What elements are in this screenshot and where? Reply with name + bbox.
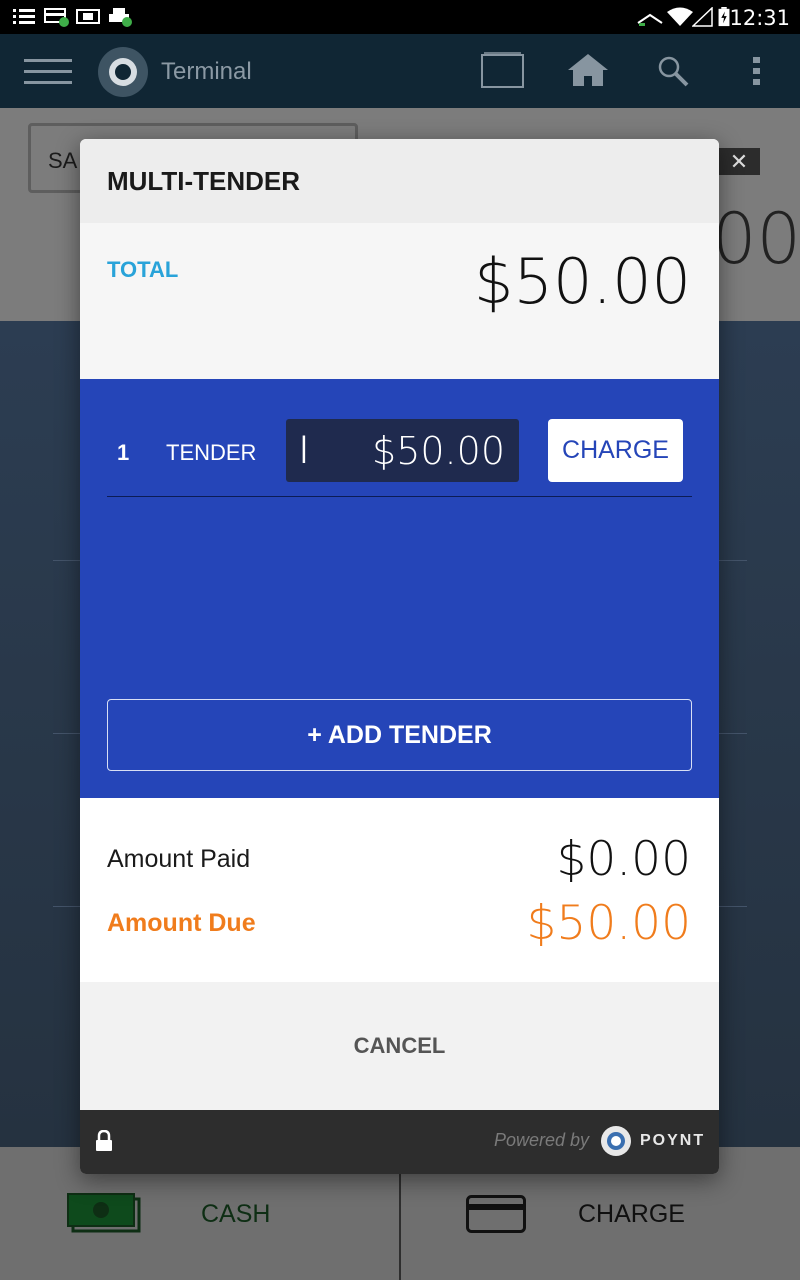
dialog-title: MULTI-TENDER xyxy=(107,166,301,196)
window-icon[interactable] xyxy=(481,51,524,88)
cancel-button[interactable]: CANCEL xyxy=(80,982,719,1110)
tender-charge-button[interactable]: CHARGE xyxy=(548,419,683,482)
cancel-section: CANCEL xyxy=(80,982,719,1110)
amount-due-value: $50.00 xyxy=(526,896,691,951)
poynt-logo-icon xyxy=(98,47,148,97)
background-cash-label: CASH xyxy=(201,1200,271,1228)
credit-card-icon xyxy=(466,1195,526,1233)
background-close-icon: ✕ xyxy=(718,148,760,175)
dialog-header: MULTI-TENDER xyxy=(80,139,719,223)
total-amount: $50.00 xyxy=(474,245,691,318)
amount-due-label: Amount Due xyxy=(107,909,256,937)
search-icon[interactable] xyxy=(657,55,689,87)
amount-paid-value: $0.00 xyxy=(556,832,691,887)
lock-icon xyxy=(96,1130,112,1151)
wifi-icon xyxy=(667,7,693,26)
text-caret: | xyxy=(300,431,308,464)
background-sale-label: SA xyxy=(48,148,78,173)
clock: 12:31 xyxy=(729,6,790,30)
background-charge-label: CHARGE xyxy=(578,1200,685,1228)
app-title: Terminal xyxy=(161,58,252,85)
tender-label: TENDER xyxy=(166,440,257,465)
tender-index: 1 xyxy=(117,440,130,465)
amounts-section: Amount Paid $0.00 Amount Due $50.00 xyxy=(80,798,719,982)
powered-by-text: Powered by xyxy=(494,1130,590,1150)
amount-paid-label: Amount Paid xyxy=(107,845,251,873)
list-icon xyxy=(13,9,35,24)
poynt-logo-icon xyxy=(601,1126,631,1156)
total-label: TOTAL xyxy=(107,257,179,282)
printer-check-icon xyxy=(109,8,132,27)
cash-icon xyxy=(67,1193,141,1233)
overflow-menu-icon[interactable] xyxy=(751,56,763,86)
cash-check-icon xyxy=(76,9,100,24)
card-check-icon xyxy=(44,8,69,27)
add-tender-button[interactable]: + ADD TENDER xyxy=(107,699,692,771)
cell-icon xyxy=(692,7,713,27)
background-amount: 00 xyxy=(712,198,800,280)
tender-row: 1 TENDER | $50.00 CHARGE xyxy=(107,419,692,497)
home-icon[interactable] xyxy=(566,52,610,88)
app-bar: Terminal xyxy=(0,34,800,108)
tender-amount-input[interactable]: | $50.00 xyxy=(286,419,519,482)
menu-icon[interactable] xyxy=(24,59,72,85)
signal-icon xyxy=(637,13,663,26)
tender-amount-value: $50.00 xyxy=(372,429,505,473)
poynt-brand: POYNT xyxy=(640,1132,706,1149)
multi-tender-dialog: MULTI-TENDER TOTAL $50.00 1 TENDER | $50… xyxy=(80,139,719,1174)
dialog-footer: Powered by POYNT xyxy=(80,1110,719,1174)
status-bar: 12:31 xyxy=(0,0,800,34)
total-section: TOTAL $50.00 xyxy=(80,223,719,379)
tender-panel: 1 TENDER | $50.00 CHARGE + ADD TENDER xyxy=(80,379,719,798)
